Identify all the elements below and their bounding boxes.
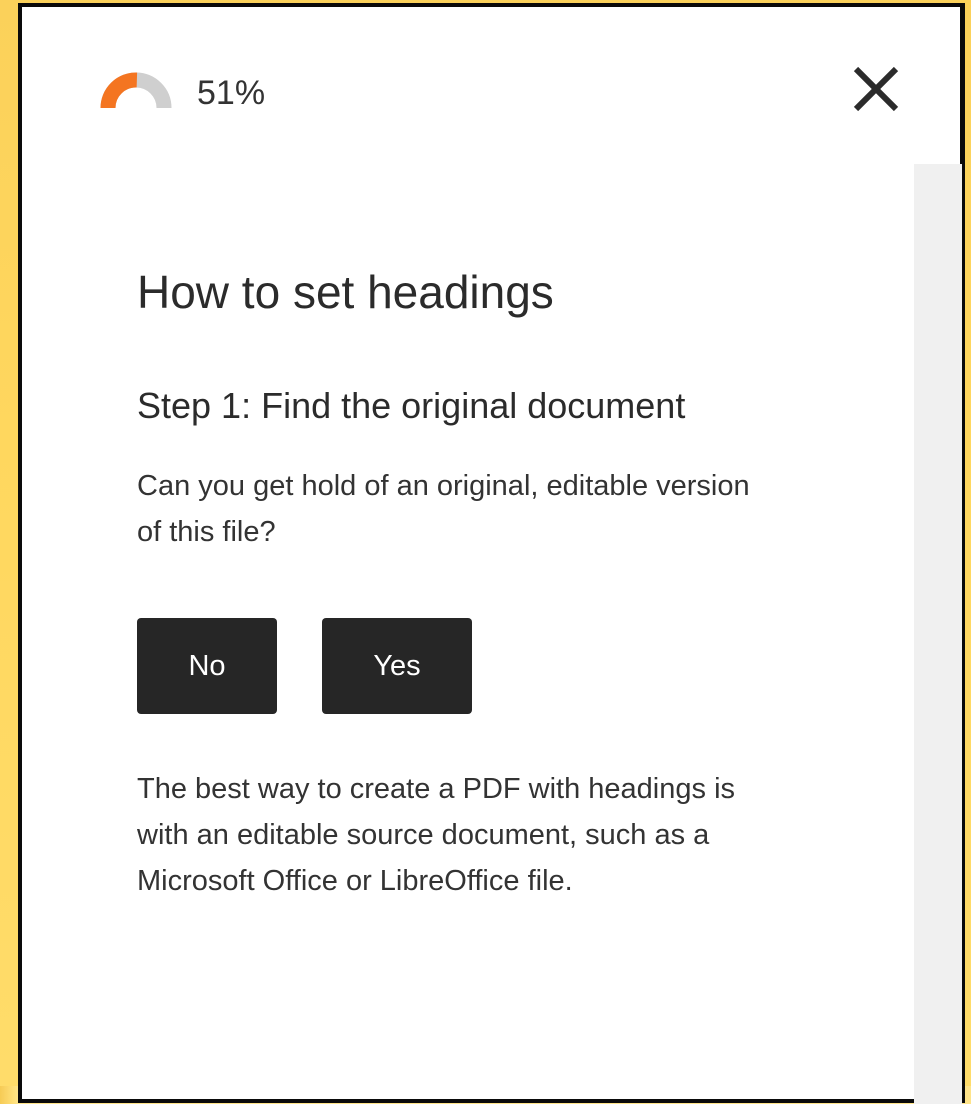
- headings-help-dialog: 51% How to set headings Step 1: Find the…: [18, 3, 965, 1104]
- progress-percent: 51%: [197, 74, 266, 112]
- close-icon: [853, 66, 899, 112]
- progress-indicator: 51%: [100, 69, 265, 112]
- scroll-track[interactable]: [914, 164, 962, 1104]
- question-text: Can you get hold of an original, editabl…: [137, 470, 750, 548]
- step-title: Step 1: Find the original document: [137, 385, 686, 426]
- no-button[interactable]: No: [137, 618, 277, 714]
- info-text: The best way to create a PDF with headin…: [137, 773, 736, 897]
- progress-gauge-fill: [100, 72, 138, 109]
- yes-button[interactable]: Yes: [322, 618, 472, 714]
- dialog-content: How to set headings Step 1: Find the ori…: [137, 262, 837, 904]
- dialog-title: How to set headings: [137, 266, 554, 318]
- progress-gauge-icon: [100, 72, 172, 109]
- close-button[interactable]: [846, 59, 906, 119]
- answer-buttons: No Yes: [137, 618, 837, 714]
